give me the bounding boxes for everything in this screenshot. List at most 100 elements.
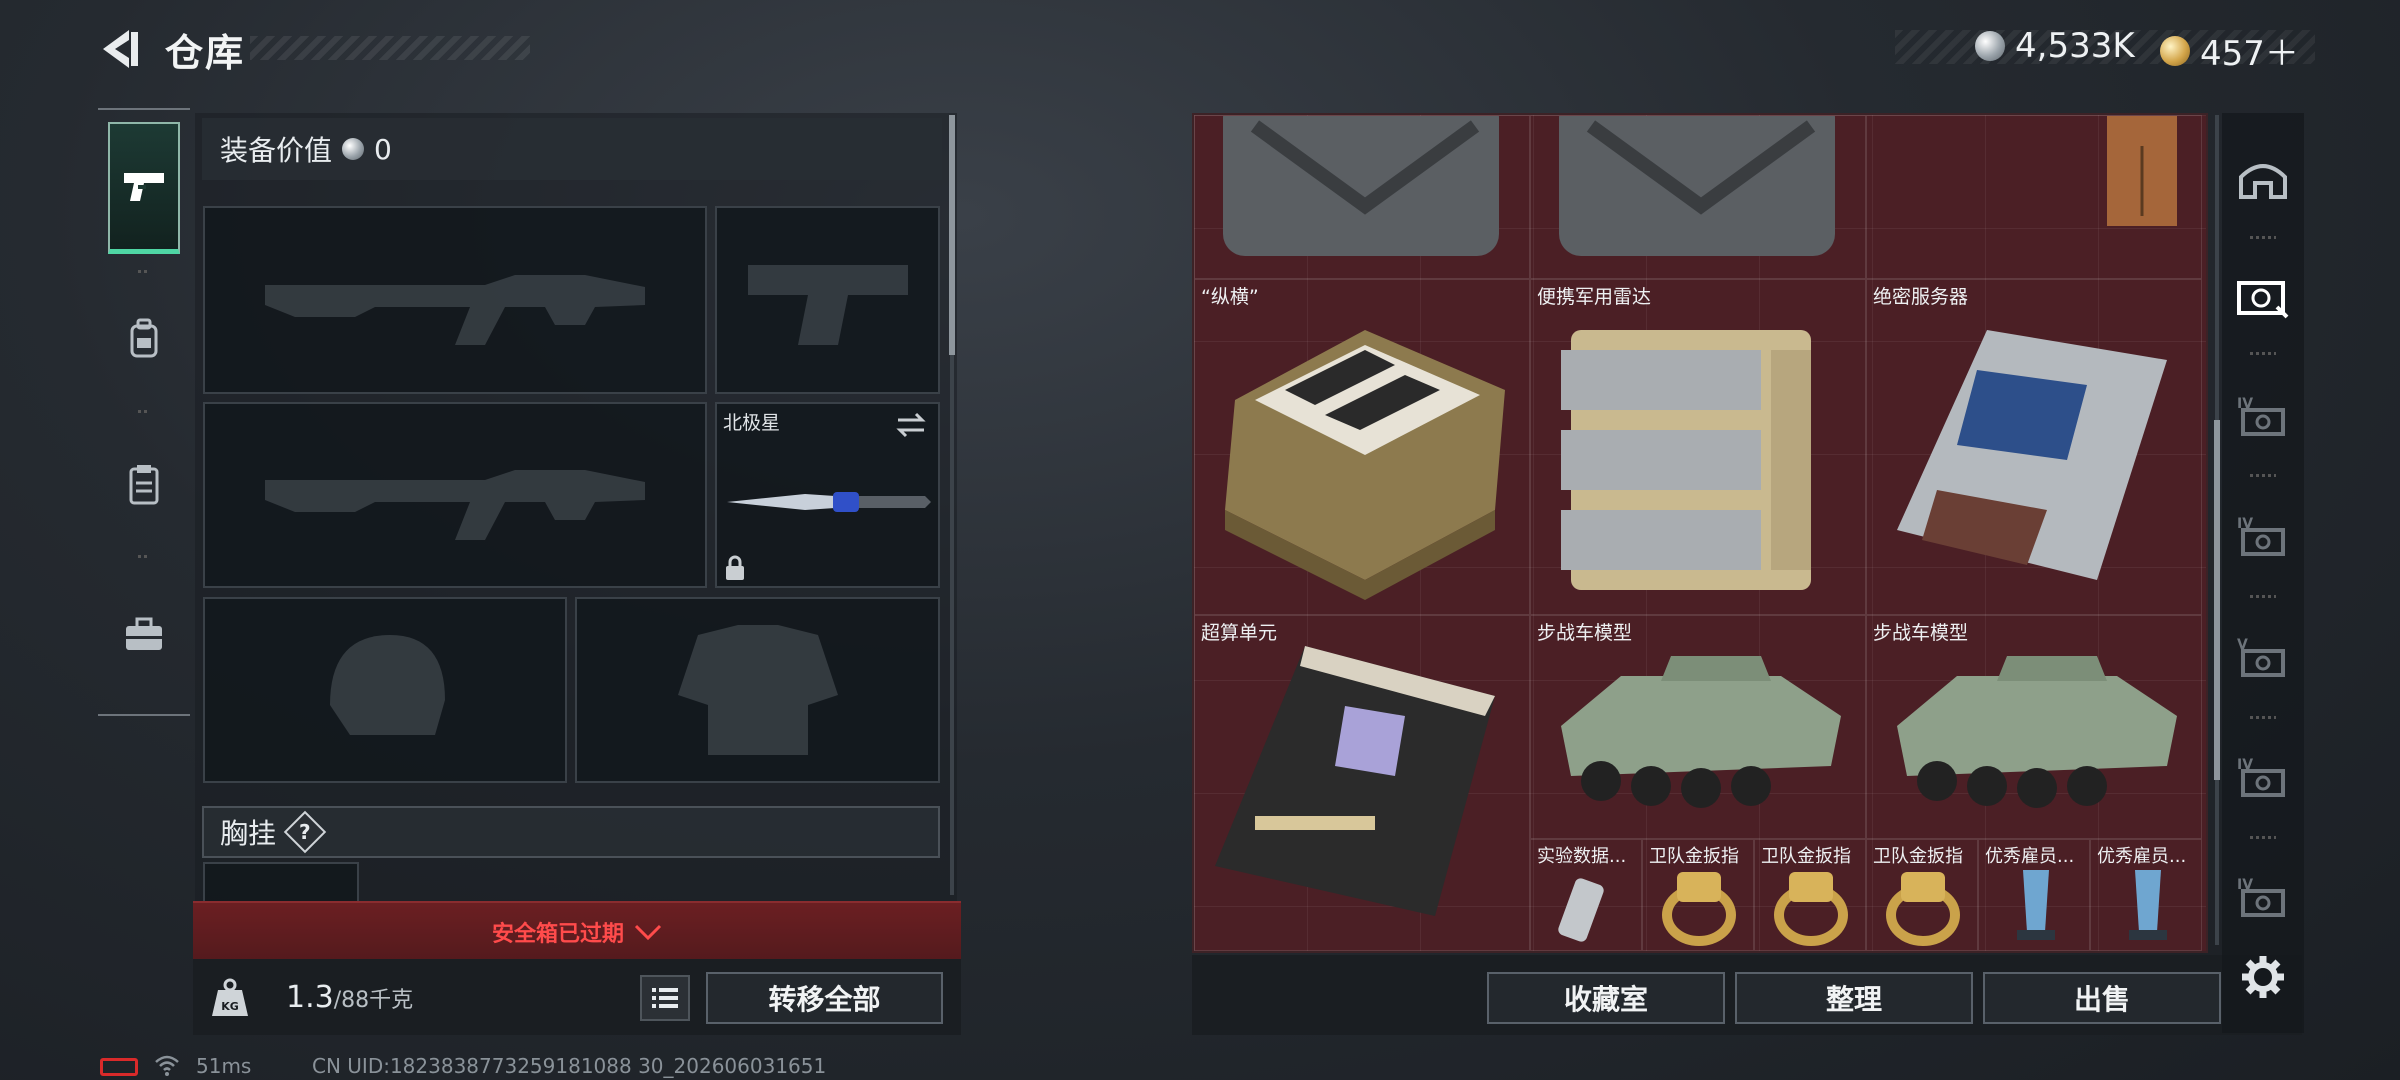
rail-separator [2250,716,2276,719]
storage-tab-iv-icon: IV [2237,396,2285,436]
rail-storage-3[interactable]: IV [2232,385,2294,447]
back-button[interactable] [95,24,145,74]
rail-storage-7[interactable]: IV [2232,866,2294,928]
storage-tab-iv-icon: IV [2237,516,2285,556]
weight-icon: KG [208,976,252,1020]
notebook-icon [2107,116,2177,226]
jerry-can-item[interactable] [1530,115,1866,279]
rail-storage-main[interactable] [2232,266,2294,328]
warehouse-grid[interactable]: “纵横” 便携军用雷达 绝密服务器 超算单元 步战车模型 步战车模型 实验数据.… [1192,113,2208,953]
jerry-can-item[interactable] [1194,115,1530,279]
grid-item[interactable]: 超算单元 [1194,615,1530,951]
rail-storage-4[interactable]: IV [2232,505,2294,567]
right-scrollbar-thumb[interactable] [2214,420,2220,780]
tab-separator [138,410,150,413]
grid-item-small[interactable]: 卫队金扳指 [1642,839,1754,951]
title-decoration [250,36,530,60]
help-icon[interactable]: ? [283,810,327,854]
data-drive-icon [1558,878,1604,942]
notebook-item[interactable] [1866,115,2202,279]
rail-separator [2250,236,2276,239]
organize-button[interactable]: 整理 [1735,972,1973,1024]
chevron-down-icon [634,924,662,941]
grid-item-small[interactable]: 卫队金扳指 [1754,839,1866,951]
silver-coin-icon [342,138,365,160]
safe-box-status: 安全箱已过期 [491,922,624,947]
storage-tab-iv-icon: IV [2237,757,2285,797]
tab-case[interactable] [108,568,180,700]
equipment-value-row: 装备价值 0 [202,118,942,180]
carry-weight-max: /88千克 [333,988,414,1013]
rail-separator [2250,595,2276,598]
chest-rig-slot[interactable] [203,862,359,902]
rail-separator [2250,474,2276,477]
gold-currency[interactable]: 457＋ [2160,26,2299,75]
rifle-silhouette-icon [265,275,645,345]
rail-storage-5[interactable]: V [2232,626,2294,688]
primary-weapon-slot-1[interactable] [203,206,707,394]
shelter-icon [2239,164,2287,199]
swap-icon[interactable] [894,410,928,440]
employee-trophy-icon [2017,870,2055,940]
gold-ring-icon [1662,872,1736,946]
collection-room-button[interactable]: 收藏室 [1487,972,1725,1024]
tab-backpack[interactable] [108,272,180,404]
sidearm-slot[interactable] [715,206,940,394]
grid-item[interactable]: 步战车模型 [1866,615,2202,839]
employee-trophy-icon [2129,870,2167,940]
lock-icon [726,555,744,580]
carry-weight-current: 1.3 [286,980,334,1015]
grid-item-small[interactable]: 卫队金扳指 [1866,839,1978,951]
svg-text:KG: KG [221,1000,239,1013]
knife-icon [727,492,931,512]
helmet-slot[interactable] [203,597,567,783]
silver-currency[interactable]: 4,533K [1975,26,2135,66]
equipment-value-label: 装备价值 [220,134,333,167]
battery-icon [100,1058,138,1076]
clipboard-icon [129,465,159,505]
grid-item[interactable]: 便携军用雷达 [1530,279,1866,615]
settings-button[interactable] [2232,946,2294,1008]
rail-storage-6[interactable]: IV [2232,746,2294,808]
chess-box-icon [1225,330,1505,600]
ping-text: 51ms [196,1054,252,1078]
back-arrow-icon [103,30,138,68]
server-icon [1897,330,2167,580]
list-icon [652,988,678,1008]
supercomputer-unit-icon [1215,646,1495,916]
tab-chest-rig[interactable] [108,418,180,550]
jerry-can-icon [1223,116,1499,256]
safe-box-expired-bar[interactable]: 安全箱已过期 [193,901,961,961]
gold-ring-icon [1774,872,1848,946]
chest-rig-header: 胸挂 ? [202,806,940,858]
silver-currency-value: 4,533K [2015,26,2135,66]
gold-currency-value: 457＋ [2200,34,2299,74]
transfer-all-button[interactable]: 转移全部 [706,972,943,1024]
ifv-model-icon [1561,656,1841,808]
military-radar-icon [1561,330,1811,590]
sell-button[interactable]: 出售 [1983,972,2221,1024]
grid-item-small[interactable]: 优秀雇员... [1978,839,2090,951]
melee-slot[interactable]: 北极星 [715,402,940,588]
briefcase-icon [126,617,162,650]
grid-item-small[interactable]: 实验数据... [1530,839,1642,951]
page-title: 仓库 [165,31,246,75]
ifv-model-icon [1897,656,2177,808]
primary-weapon-slot-2[interactable] [203,402,707,588]
rail-shelter[interactable] [2232,148,2294,210]
grid-item-small[interactable]: 优秀雇员... [2090,839,2202,951]
grid-item[interactable]: 步战车模型 [1530,615,1866,839]
melee-item-name: 北极星 [723,412,781,434]
grid-item[interactable]: 绝密服务器 [1866,279,2202,615]
armor-slot[interactable] [575,597,940,783]
uid-text: CN UID:1823838773259181088 30_2026060316… [312,1054,827,1078]
helmet-silhouette-icon [330,635,445,735]
rifle-silhouette-icon [265,470,645,540]
list-view-button[interactable] [640,975,690,1021]
storage-tab-iv-icon: IV [2237,877,2285,917]
equipment-value: 0 [374,132,392,166]
grid-item[interactable]: “纵横” [1194,279,1530,615]
left-scrollbar-thumb[interactable] [949,115,955,355]
tab-weapons[interactable] [108,122,180,254]
rail-separator [2250,836,2276,839]
